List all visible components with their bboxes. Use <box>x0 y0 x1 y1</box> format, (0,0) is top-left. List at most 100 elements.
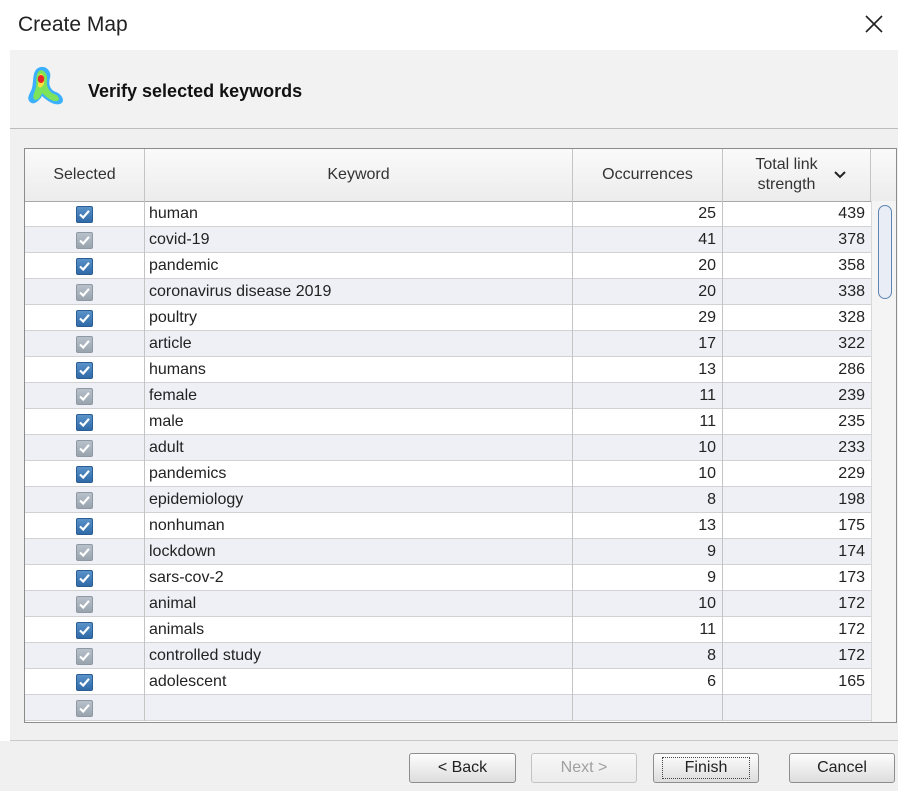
selected-checkbox[interactable] <box>76 257 93 275</box>
selected-checkbox[interactable] <box>76 205 93 223</box>
selected-checkbox[interactable] <box>76 231 93 249</box>
selected-checkbox[interactable] <box>76 465 93 483</box>
selected-checkbox[interactable] <box>76 647 93 665</box>
selected-cell <box>25 461 145 487</box>
selected-checkbox[interactable] <box>76 673 93 691</box>
table-row[interactable]: controlled study 8 172 <box>25 643 871 669</box>
occurrences-cell: 11 <box>573 383 723 409</box>
selected-checkbox[interactable] <box>76 517 93 535</box>
table-row[interactable]: article 17 322 <box>25 331 871 357</box>
keyword-cell: article <box>145 331 573 357</box>
column-header-selected[interactable]: Selected <box>25 149 145 201</box>
link-strength-cell: 198 <box>838 491 865 508</box>
keyword-cell: male <box>145 409 573 435</box>
selected-checkbox[interactable] <box>76 543 93 561</box>
selected-checkbox[interactable] <box>76 413 93 431</box>
cancel-button[interactable]: Cancel <box>789 753 895 783</box>
link-strength-cell: 172 <box>838 647 865 664</box>
column-header-label: Total link strength <box>755 156 818 193</box>
occurrences-cell: 10 <box>573 435 723 461</box>
keyword-cell: human <box>145 201 573 227</box>
selected-checkbox[interactable] <box>76 595 93 613</box>
link-strength-cell: 439 <box>838 205 865 222</box>
occurrences-cell: 8 <box>573 643 723 669</box>
selected-checkbox[interactable] <box>76 569 93 587</box>
keyword-cell: female <box>145 383 573 409</box>
selected-cell <box>25 357 145 383</box>
scrollbar-thumb[interactable] <box>878 205 892 299</box>
selected-checkbox[interactable] <box>76 387 93 405</box>
occurrences-cell: 20 <box>573 253 723 279</box>
finish-button[interactable]: Finish <box>653 753 759 783</box>
table-row[interactable]: male 11 235 <box>25 409 871 435</box>
selected-checkbox[interactable] <box>76 621 93 639</box>
link-strength-cell: 172 <box>838 595 865 612</box>
close-x-icon[interactable] <box>860 10 888 38</box>
table-row[interactable]: pandemics 10 229 <box>25 461 871 487</box>
occurrences-cell: 10 <box>573 591 723 617</box>
back-button[interactable]: < Back <box>409 753 516 783</box>
table-row[interactable]: sars-cov-2 9 173 <box>25 565 871 591</box>
occurrences-cell: 25 <box>573 201 723 227</box>
selected-cell <box>25 227 145 253</box>
keyword-cell: animals <box>145 617 573 643</box>
table-row[interactable]: humans 13 286 <box>25 357 871 383</box>
occurrences-cell: 41 <box>573 227 723 253</box>
link-strength-cell: 235 <box>838 413 865 430</box>
selected-cell <box>25 331 145 357</box>
selected-checkbox[interactable] <box>76 361 93 379</box>
selected-checkbox[interactable] <box>76 335 93 353</box>
selected-cell <box>25 591 145 617</box>
keyword-cell: lockdown <box>145 539 573 565</box>
table-row[interactable]: coronavirus disease 2019 20 338 <box>25 279 871 305</box>
column-header-label: Selected <box>53 166 116 183</box>
table-row[interactable]: animal 10 172 <box>25 591 871 617</box>
column-header-occurrences[interactable]: Occurrences <box>573 149 723 201</box>
occurrences-cell: 9 <box>573 539 723 565</box>
occurrences-cell: 6 <box>573 669 723 695</box>
table-row[interactable]: covid-19 41 378 <box>25 227 871 253</box>
keyword-cell: covid-19 <box>145 227 573 253</box>
selected-cell <box>25 435 145 461</box>
vosviewer-map-icon <box>28 66 63 105</box>
window-title: Create Map <box>18 13 128 36</box>
window-titlebar: Create Map <box>0 0 898 50</box>
table-row[interactable]: human 25 439 <box>25 201 871 227</box>
table-row[interactable]: nonhuman 13 175 <box>25 513 871 539</box>
keyword-cell <box>145 695 573 721</box>
table-row[interactable]: pandemic 20 358 <box>25 253 871 279</box>
selected-cell <box>25 201 145 227</box>
table-row[interactable]: animals 11 172 <box>25 617 871 643</box>
keyword-cell: epidemiology <box>145 487 573 513</box>
vertical-scrollbar[interactable] <box>871 201 896 722</box>
selected-cell <box>25 669 145 695</box>
finish-button-label: Finish <box>661 757 751 779</box>
selected-checkbox[interactable] <box>76 491 93 509</box>
selected-checkbox[interactable] <box>76 699 93 717</box>
next-button[interactable]: Next > <box>531 753 637 783</box>
wizard-step-title: Verify selected keywords <box>88 81 303 101</box>
selected-cell <box>25 513 145 539</box>
keyword-cell: pandemics <box>145 461 573 487</box>
table-row[interactable]: adult 10 233 <box>25 435 871 461</box>
table-row[interactable]: poultry 29 328 <box>25 305 871 331</box>
keyword-table: Selected Keyword Occurrences Total link … <box>24 148 897 723</box>
link-strength-cell: 322 <box>838 335 865 352</box>
occurrences-cell: 8 <box>573 487 723 513</box>
column-header-total-link-strength[interactable]: Total link strength <box>723 149 871 201</box>
keyword-cell: controlled study <box>145 643 573 669</box>
table-row[interactable] <box>25 695 871 721</box>
keyword-cell: adult <box>145 435 573 461</box>
table-row[interactable]: epidemiology 8 198 <box>25 487 871 513</box>
selected-checkbox[interactable] <box>76 283 93 301</box>
column-header-keyword[interactable]: Keyword <box>145 149 573 201</box>
table-row[interactable]: female 11 239 <box>25 383 871 409</box>
link-strength-cell: 165 <box>838 673 865 690</box>
selected-cell <box>25 617 145 643</box>
table-row[interactable]: adolescent 6 165 <box>25 669 871 695</box>
table-row[interactable]: lockdown 9 174 <box>25 539 871 565</box>
selected-checkbox[interactable] <box>76 439 93 457</box>
occurrences-cell: 29 <box>573 305 723 331</box>
link-strength-cell: 239 <box>838 387 865 404</box>
selected-checkbox[interactable] <box>76 309 93 327</box>
